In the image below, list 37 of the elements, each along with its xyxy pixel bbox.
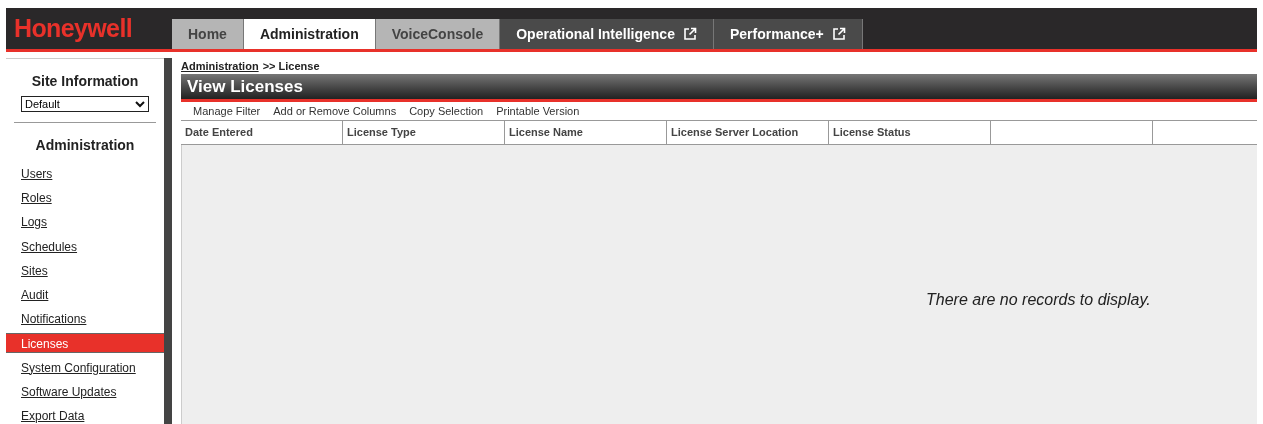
sidebar-link[interactable]: Software Updates <box>6 381 164 402</box>
sidebar-link[interactable]: Logs <box>6 212 164 233</box>
sidebar-link[interactable]: Audit <box>6 284 164 305</box>
sidebar-link[interactable]: Users <box>6 164 164 184</box>
breadcrumb-current: >> License <box>262 58 320 74</box>
section-title: Administration <box>34 136 136 155</box>
nav-tab[interactable]: VoiceConsole <box>375 19 501 49</box>
sidebar-link[interactable]: Licenses <box>6 333 164 354</box>
nav-tab[interactable]: Operational Intelligence <box>500 19 714 49</box>
sidebar-link[interactable]: Schedules <box>6 236 164 257</box>
sidebar-link[interactable]: Sites <box>6 260 164 281</box>
toolbar-link[interactable]: Copy Selection <box>409 102 484 120</box>
column-header[interactable]: License Status <box>829 121 991 144</box>
sidebar-link[interactable]: System Configuration <box>6 357 164 378</box>
sidebar-link[interactable]: Export Data <box>6 405 164 424</box>
nav-tab[interactable]: Performance+ <box>713 19 863 49</box>
column-header[interactable]: License Server Location <box>667 121 829 144</box>
toolbar-link[interactable]: Manage Filter <box>193 102 261 120</box>
column-header[interactable]: License Name <box>505 121 667 144</box>
toolbar-link[interactable]: Printable Version <box>496 102 580 120</box>
breadcrumb-link[interactable]: Administration <box>181 57 259 75</box>
sidebar-splitter[interactable] <box>164 58 172 424</box>
nav-tab[interactable]: Home <box>172 19 244 49</box>
chevron-down-icon <box>135 100 145 108</box>
external-link-icon <box>682 27 697 41</box>
sidebar-link[interactable]: Notifications <box>6 309 164 330</box>
panel-title: View Licenses <box>187 75 303 98</box>
nav-tab[interactable]: Administration <box>243 19 376 49</box>
site-select[interactable]: Default <box>21 96 149 112</box>
column-header[interactable]: Date Entered <box>181 121 343 144</box>
toolbar-link[interactable]: Add or Remove Columns <box>273 102 397 120</box>
logo: Honeywell <box>13 12 134 44</box>
empty-message: There are no records to display. <box>926 290 1151 310</box>
column-header[interactable]: License Type <box>343 121 505 144</box>
external-link-icon <box>831 27 846 41</box>
sidebar-link[interactable]: Roles <box>6 188 164 209</box>
site-title: Site Information <box>30 72 140 91</box>
